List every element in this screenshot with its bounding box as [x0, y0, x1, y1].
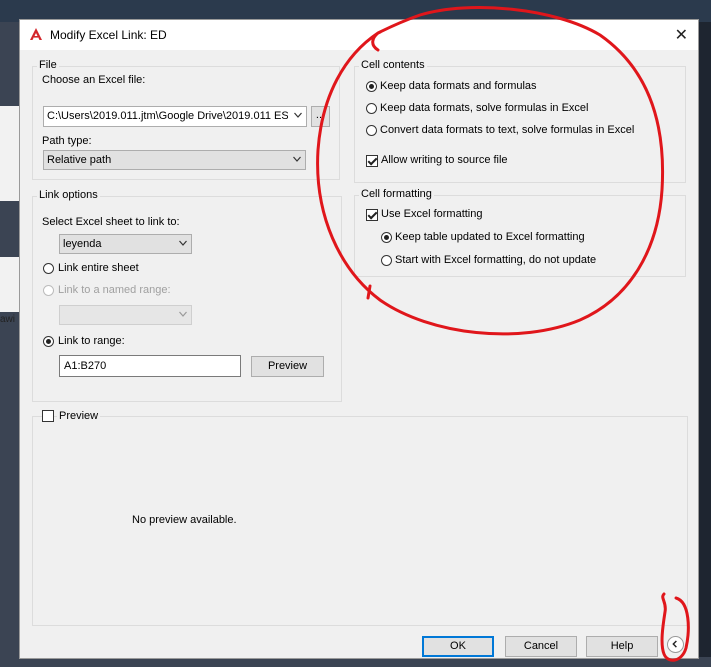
browse-file-button[interactable]: ... [311, 106, 330, 127]
link-to-range-label[interactable]: Link to range: [58, 335, 125, 347]
range-value: A1:B270 [64, 360, 107, 372]
preview-range-button[interactable]: Preview [251, 356, 324, 377]
background-fragment-text: awi [0, 314, 16, 325]
cancel-button[interactable]: Cancel [505, 636, 577, 657]
sheet-combobox[interactable]: leyenda [59, 234, 192, 254]
no-preview-text: No preview available. [132, 514, 237, 526]
named-range-combobox[interactable] [59, 305, 192, 325]
chevron-down-icon [293, 156, 301, 162]
link-to-range-radio[interactable] [43, 336, 54, 347]
chevron-left-circle-icon [672, 640, 677, 648]
keep-formats-formulas-label[interactable]: Keep data formats and formulas [380, 80, 537, 92]
excel-file-combobox[interactable]: C:\Users\2019.011.jtm\Google Drive\2019.… [43, 106, 307, 127]
select-sheet-label: Select Excel sheet to link to: [42, 216, 180, 228]
path-type-combobox[interactable]: Relative path [43, 150, 306, 170]
choose-file-label: Choose an Excel file: [42, 74, 146, 86]
collapse-dialog-button[interactable] [667, 636, 684, 653]
keep-table-updated-radio[interactable] [381, 232, 392, 243]
path-type-value: Relative path [47, 154, 112, 166]
use-excel-formatting-checkbox[interactable] [366, 209, 378, 221]
convert-to-text-label[interactable]: Convert data formats to text, solve form… [380, 124, 634, 136]
close-button[interactable]: ✕ [675, 25, 688, 45]
background-panel-strip [0, 106, 19, 201]
cell-contents-label: Cell contents [359, 59, 427, 71]
preview-label[interactable]: Preview [57, 410, 101, 422]
background-app-panel: awi [0, 22, 19, 667]
title-bar: Modify Excel Link: ED ✕ [20, 20, 698, 50]
start-with-formatting-label[interactable]: Start with Excel formatting, do not upda… [395, 254, 596, 266]
keep-table-updated-label[interactable]: Keep table updated to Excel formatting [395, 231, 585, 243]
chevron-down-icon [179, 311, 187, 317]
modify-excel-link-dialog: Modify Excel Link: ED ✕ File Choose an E… [19, 19, 699, 659]
link-named-range-radio[interactable] [43, 285, 54, 296]
sheet-value: leyenda [63, 238, 102, 250]
link-entire-sheet-radio[interactable] [43, 263, 54, 274]
chevron-down-icon [294, 112, 302, 118]
background-panel-strip [0, 257, 19, 312]
preview-checkbox[interactable] [42, 410, 54, 422]
solve-formulas-label[interactable]: Keep data formats, solve formulas in Exc… [380, 102, 588, 114]
autocad-a-icon [30, 28, 42, 40]
path-type-label: Path type: [42, 135, 92, 147]
allow-writing-label[interactable]: Allow writing to source file [381, 154, 508, 166]
dialog-title: Modify Excel Link: ED [50, 28, 167, 42]
help-button[interactable]: Help [586, 636, 658, 657]
chevron-down-icon [179, 240, 187, 246]
start-with-formatting-radio[interactable] [381, 255, 392, 266]
link-entire-sheet-label[interactable]: Link entire sheet [58, 262, 139, 274]
convert-to-text-radio[interactable] [366, 125, 377, 136]
ok-button[interactable]: OK [422, 636, 494, 657]
excel-file-path: C:\Users\2019.011.jtm\Google Drive\2019.… [47, 110, 288, 122]
keep-formats-formulas-radio[interactable] [366, 81, 377, 92]
solve-formulas-radio[interactable] [366, 103, 377, 114]
allow-writing-checkbox[interactable] [366, 155, 378, 167]
range-input[interactable]: A1:B270 [59, 355, 241, 377]
file-group-label: File [37, 59, 59, 71]
preview-area [32, 416, 688, 626]
link-options-label: Link options [37, 189, 100, 201]
cell-formatting-label: Cell formatting [359, 188, 434, 200]
link-named-range-label[interactable]: Link to a named range: [58, 284, 171, 296]
use-excel-formatting-label[interactable]: Use Excel formatting [381, 208, 482, 220]
